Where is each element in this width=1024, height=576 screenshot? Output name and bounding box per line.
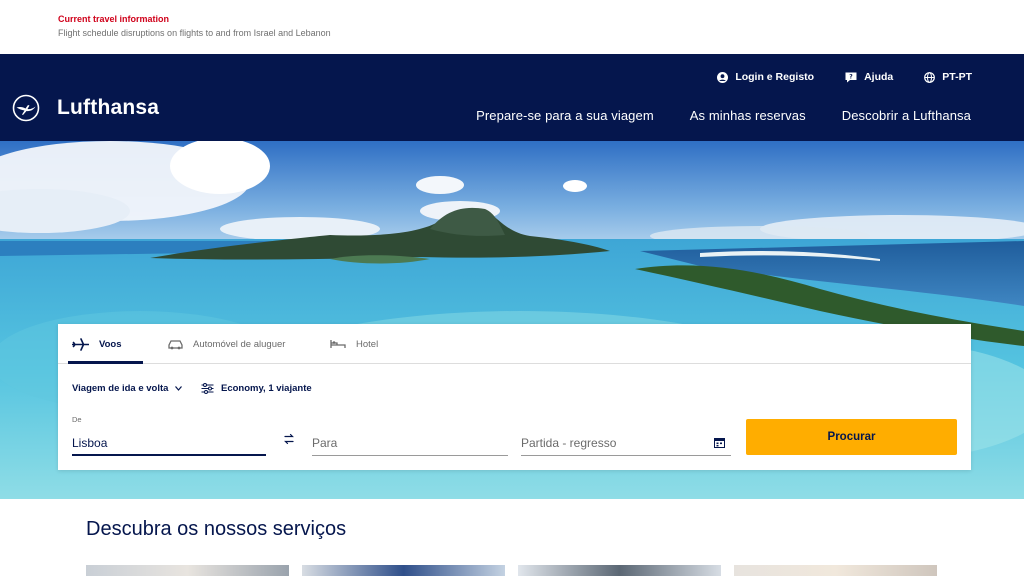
service-cards: [86, 565, 938, 576]
tab-flights[interactable]: Voos: [72, 324, 122, 364]
swap-airports-button[interactable]: [284, 432, 294, 450]
plane-icon: [72, 337, 89, 351]
tab-hotel-label: Hotel: [356, 338, 379, 350]
language-selector[interactable]: PT-PT: [924, 71, 972, 83]
service-card[interactable]: [86, 565, 289, 576]
travel-dates-input[interactable]: [521, 431, 731, 456]
origin-input[interactable]: [72, 431, 266, 456]
trip-type-label: Viagem de ida e volta: [72, 383, 169, 394]
swap-icon: [284, 433, 294, 445]
tab-flights-label: Voos: [99, 338, 122, 350]
sliders-icon: [201, 383, 214, 394]
main-nav: Prepare-se para a sua viagem As minhas r…: [440, 108, 971, 123]
active-tab-indicator: [68, 361, 143, 364]
trip-type-dropdown[interactable]: Viagem de ida e volta: [72, 383, 183, 394]
service-card[interactable]: [734, 565, 937, 576]
booking-tabs: Voos Automóvel de aluguer Hotel: [58, 324, 971, 364]
cabin-passengers-selector[interactable]: Economy, 1 viajante: [201, 383, 312, 394]
help-label: Ajuda: [864, 71, 894, 83]
user-icon: [717, 71, 729, 83]
tab-car-rental[interactable]: Automóvel de aluguer: [168, 324, 285, 364]
travel-info-text[interactable]: Flight schedule disruptions on flights t…: [58, 28, 331, 38]
search-flights-button[interactable]: Procurar: [746, 419, 957, 455]
travel-info-title[interactable]: Current travel information: [58, 14, 169, 24]
chevron-down-icon: [175, 386, 183, 391]
nav-discover-lufthansa[interactable]: Descobrir a Lufthansa: [842, 108, 971, 123]
utility-nav: Login e Registo ? Ajuda PT-PT: [686, 71, 972, 83]
site-header: Lufthansa Login e Registo ? Ajuda PT-PT …: [0, 54, 1024, 141]
logo-text: Lufthansa: [57, 96, 160, 119]
svg-text:?: ?: [849, 73, 853, 80]
destination-input[interactable]: [312, 431, 508, 456]
help-link[interactable]: ? Ajuda: [845, 71, 893, 83]
tab-car-rental-label: Automóvel de aluguer: [193, 338, 286, 350]
login-register-link[interactable]: Login e Registo: [717, 71, 814, 83]
nav-prepare-trip[interactable]: Prepare-se para a sua viagem: [476, 108, 654, 123]
login-register-label: Login e Registo: [735, 71, 815, 83]
services-heading: Descubra os nossos serviços: [86, 518, 347, 540]
bed-icon: [330, 340, 346, 348]
tab-hotel[interactable]: Hotel: [330, 324, 378, 364]
flight-booking-panel: Voos Automóvel de aluguer Hotel Viagem d…: [58, 324, 971, 470]
service-card[interactable]: [302, 565, 505, 576]
travel-info-bar: Current travel information Flight schedu…: [0, 0, 1024, 54]
service-card[interactable]: [518, 565, 721, 576]
globe-icon: [924, 71, 936, 83]
help-icon: ?: [845, 72, 857, 82]
language-label: PT-PT: [942, 71, 972, 83]
origin-label: De: [72, 415, 82, 424]
calendar-icon[interactable]: [714, 437, 725, 448]
cabin-passengers-label: Economy, 1 viajante: [221, 383, 312, 394]
lufthansa-logo[interactable]: Lufthansa: [12, 94, 159, 122]
nav-my-bookings[interactable]: As minhas reservas: [690, 108, 806, 123]
crane-logo-icon: [12, 94, 40, 122]
car-icon: [168, 339, 183, 349]
